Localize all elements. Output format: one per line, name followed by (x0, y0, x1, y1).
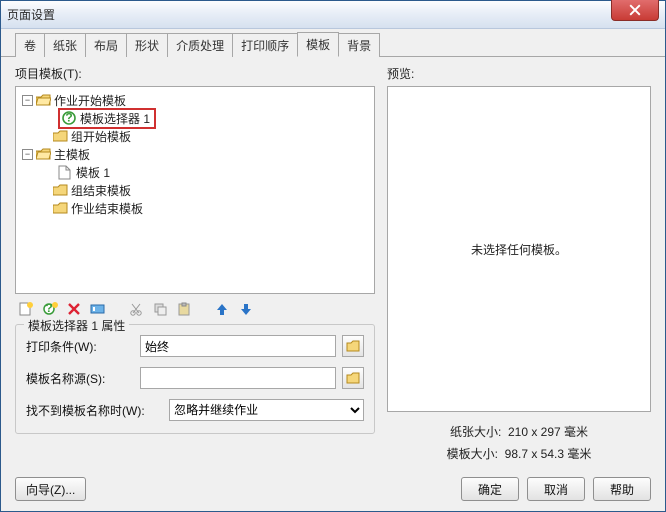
preview-placeholder: 未选择任何模板。 (471, 241, 567, 258)
template-size-label: 模板大小: (447, 447, 498, 461)
footer: 向导(Z)... 确定 取消 帮助 (15, 477, 651, 501)
left-column: 项目模板(T): − 作业开始模板 ? 模板选择器 1 组开始模板 (15, 65, 375, 465)
new-template-icon[interactable] (17, 300, 35, 318)
tree-node-main[interactable]: − 主模板 (18, 145, 372, 163)
name-source-input[interactable] (140, 367, 336, 389)
new-selector-icon[interactable]: ? (41, 300, 59, 318)
preview-area: 未选择任何模板。 (387, 86, 651, 412)
folder-open-icon (36, 148, 51, 161)
page-icon (58, 165, 73, 180)
wizard-button[interactable]: 向导(Z)... (15, 477, 86, 501)
question-icon: ? (62, 111, 77, 126)
folder-icon (53, 130, 68, 143)
folder-icon (346, 371, 360, 385)
collapse-icon[interactable]: − (22, 149, 33, 160)
tree-node-template-1[interactable]: 模板 1 (18, 163, 372, 181)
tree-node-group-start[interactable]: 组开始模板 (18, 127, 372, 145)
titlebar: 页面设置 (1, 1, 665, 29)
close-icon (629, 4, 641, 16)
paper-size-label: 纸张大小: (450, 425, 501, 439)
tree-node-job-start[interactable]: − 作业开始模板 (18, 91, 372, 109)
cut-icon[interactable] (127, 300, 145, 318)
print-condition-browse[interactable] (342, 335, 364, 357)
delete-icon[interactable] (65, 300, 83, 318)
move-down-icon[interactable] (237, 300, 255, 318)
rename-icon[interactable] (89, 300, 107, 318)
print-condition-input[interactable] (140, 335, 336, 357)
window-title: 页面设置 (7, 6, 55, 23)
selected-highlight: ? 模板选择器 1 (58, 108, 156, 129)
notfound-label: 找不到模板名称时(W): (26, 402, 163, 419)
move-up-icon[interactable] (213, 300, 231, 318)
svg-text:?: ? (65, 111, 72, 125)
properties-legend: 模板选择器 1 属性 (24, 317, 129, 334)
help-button[interactable]: 帮助 (593, 477, 651, 501)
tab-template[interactable]: 模板 (297, 32, 339, 57)
template-tree[interactable]: − 作业开始模板 ? 模板选择器 1 组开始模板 − (15, 86, 375, 294)
folder-icon (53, 202, 68, 215)
size-info: 纸张大小: 210 x 297 毫米 模板大小: 98.7 x 54.3 毫米 (387, 422, 651, 465)
folder-icon (346, 339, 360, 353)
template-size-value: 98.7 x 54.3 毫米 (505, 447, 592, 461)
tab-shape[interactable]: 形状 (126, 33, 168, 57)
cancel-button[interactable]: 取消 (527, 477, 585, 501)
paper-size-value: 210 x 297 毫米 (508, 425, 588, 439)
collapse-icon[interactable]: − (22, 95, 33, 106)
ok-button[interactable]: 确定 (461, 477, 519, 501)
name-source-label: 模板名称源(S): (26, 370, 134, 387)
tab-paper[interactable]: 纸张 (44, 33, 86, 57)
tab-layout[interactable]: 布局 (85, 33, 127, 57)
copy-icon[interactable] (151, 300, 169, 318)
tree-node-selector-1[interactable]: ? 模板选择器 1 (18, 109, 372, 127)
tree-node-group-end[interactable]: 组结束模板 (18, 181, 372, 199)
folder-open-icon (36, 94, 51, 107)
preview-label: 预览: (387, 65, 651, 82)
close-button[interactable] (611, 0, 659, 21)
tab-roll[interactable]: 卷 (15, 33, 45, 57)
properties-group: 模板选择器 1 属性 打印条件(W): 模板名称源(S): 找不到模板名称时(W… (15, 324, 375, 434)
name-source-browse[interactable] (342, 367, 364, 389)
print-condition-label: 打印条件(W): (26, 338, 134, 355)
tab-printorder[interactable]: 打印顺序 (232, 33, 298, 57)
right-column: 预览: 未选择任何模板。 纸张大小: 210 x 297 毫米 模板大小: 98… (387, 65, 651, 465)
tabstrip: 卷 纸张 布局 形状 介质处理 打印顺序 模板 背景 (1, 29, 665, 57)
notfound-combo[interactable]: 忽略并继续作业 (169, 399, 364, 421)
page-setup-window: 页面设置 卷 纸张 布局 形状 介质处理 打印顺序 模板 背景 项目模板(T):… (0, 0, 666, 512)
tree-node-job-end[interactable]: 作业结束模板 (18, 199, 372, 217)
tab-media[interactable]: 介质处理 (167, 33, 233, 57)
tab-background[interactable]: 背景 (338, 33, 380, 57)
folder-icon (53, 184, 68, 197)
svg-text:?: ? (45, 301, 52, 315)
paste-icon[interactable] (175, 300, 193, 318)
tree-label: 项目模板(T): (15, 65, 375, 82)
content-area: 项目模板(T): − 作业开始模板 ? 模板选择器 1 组开始模板 (1, 57, 665, 473)
